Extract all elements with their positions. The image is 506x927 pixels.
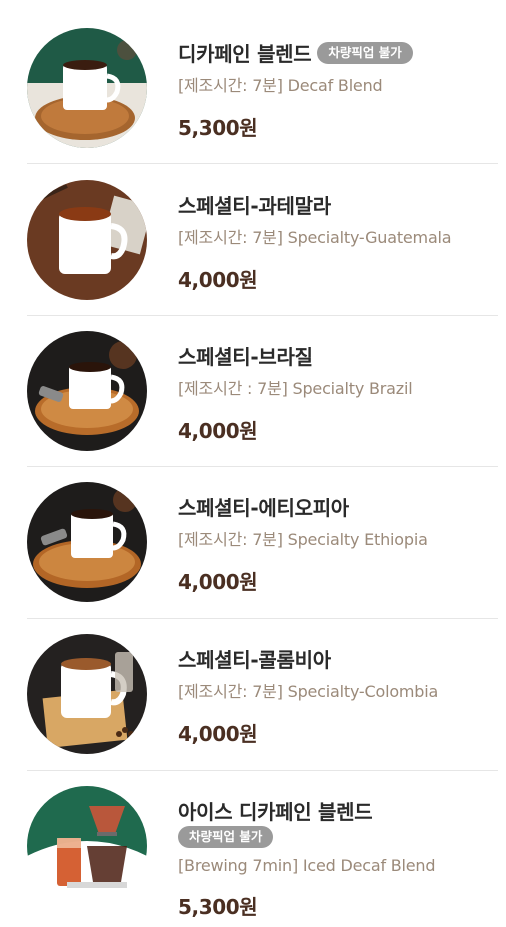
no-car-pickup-badge: 차량픽업 불가 [178,826,274,848]
menu-item-ethiopia[interactable]: 스페셜티-에티오피아 [제조시간: 7분] Specialty Ethiopia… [27,467,498,619]
product-price: 4,000원 [178,419,258,443]
menu-item-colombia[interactable]: 스페셜티-콜롬비아 [제조시간: 7분] Specialty-Colombia … [27,619,498,771]
product-price: 4,000원 [178,268,258,292]
product-description: [제조시간: 7분] Specialty-Guatemala [178,228,452,247]
no-car-pickup-badge: 차량픽업 불가 [317,41,413,64]
product-thumbnail[interactable] [27,634,147,754]
product-name: 스페셜티-콜롬비아 [178,648,331,672]
product-thumbnail[interactable] [27,331,147,451]
iced-decaf-glass-photo [27,786,147,906]
guatemala-mug-photo [27,180,147,300]
product-name: 스페셜티-에티오피아 [178,496,349,520]
product-name: 디카페인 블렌드 [178,42,312,66]
product-name: 스페셜티-과테말라 [178,194,331,218]
product-description: [제조시간: 7분] Specialty Ethiopia [178,530,428,549]
product-thumbnail[interactable] [27,28,147,148]
product-thumbnail[interactable] [27,180,147,300]
product-description: [제조시간: 7분] Decaf Blend [178,76,383,95]
product-price: 4,000원 [178,722,258,746]
product-price: 4,000원 [178,570,258,594]
product-thumbnail[interactable] [27,786,147,906]
product-thumbnail[interactable] [27,482,147,602]
product-name: 스페셜티-브라질 [178,345,313,369]
product-price: 5,300원 [178,895,258,919]
product-price: 5,300원 [178,116,258,140]
menu-item-guatemala[interactable]: 스페셜티-과테말라 [제조시간: 7분] Specialty-Guatemala… [27,164,498,316]
ethiopia-mug-photo [27,482,147,602]
menu-item-decaf-blend[interactable]: 디카페인 블렌드 차량픽업 불가 [제조시간: 7분] Decaf Blend … [27,0,498,164]
menu-item-brazil[interactable]: 스페셜티-브라질 [제조시간 : 7분] Specialty Brazil 4,… [27,316,498,467]
menu-item-iced-decaf-blend[interactable]: 아이스 디카페인 블렌드 차량픽업 불가 [Brewing 7min] Iced… [27,771,498,927]
decaf-blend-mug-photo [27,28,147,148]
product-description: [제조시간: 7분] Specialty-Colombia [178,682,439,701]
colombia-mug-photo [27,634,147,754]
product-description: [Brewing 7min] Iced Decaf Blend [178,856,436,875]
brazil-mug-photo [27,331,147,451]
product-name: 아이스 디카페인 블렌드 [178,800,373,824]
product-description: [제조시간 : 7분] Specialty Brazil [178,379,413,398]
